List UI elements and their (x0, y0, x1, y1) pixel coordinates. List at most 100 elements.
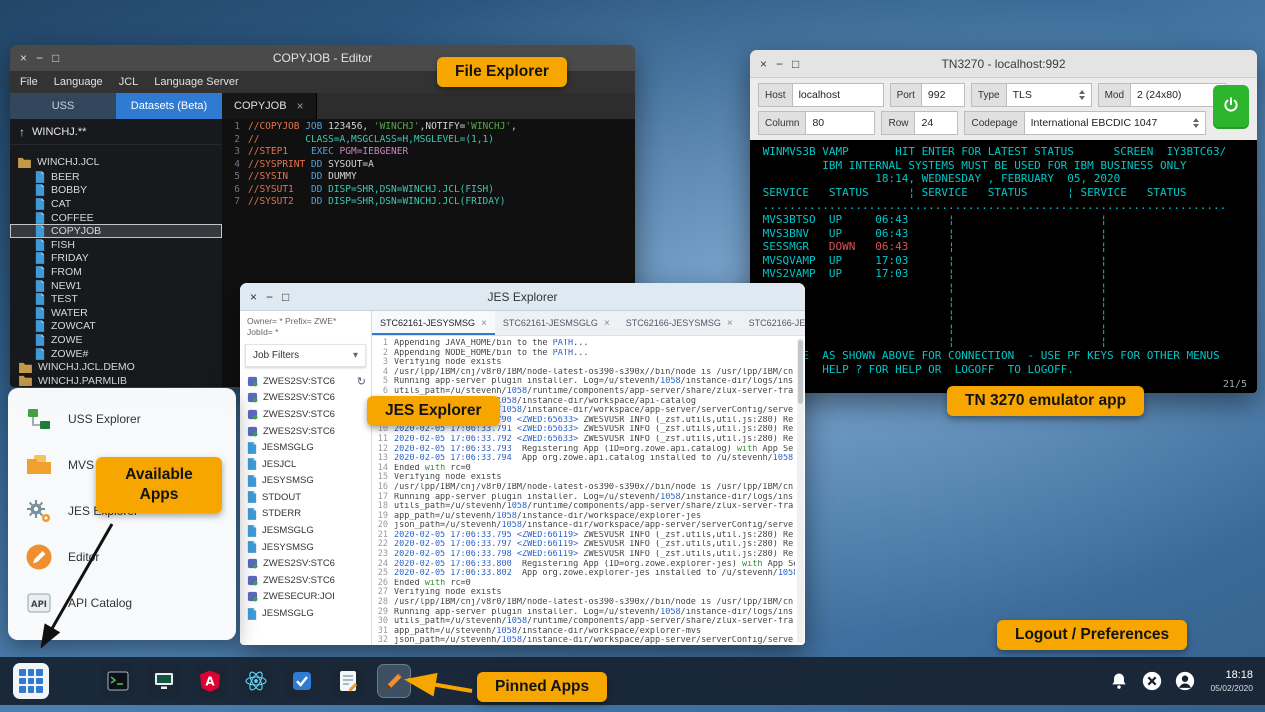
tab-stc62166-jesysmsg[interactable]: STC62166-JESYSMSG× (618, 311, 741, 335)
tree-folder-winchj-jcl-demo[interactable]: WINCHJ.JCL.DEMO (10, 360, 222, 374)
tn3270-app-icon[interactable] (147, 664, 181, 698)
mod-label: Mod (1098, 83, 1130, 107)
refresh-icon[interactable]: ↻ (357, 375, 366, 388)
launcher-item-editor[interactable]: Editor (8, 534, 236, 580)
launcher-item-api-catalog[interactable]: APIAPI Catalog (8, 580, 236, 626)
menu-language-server[interactable]: Language Server (154, 76, 238, 88)
tree-item-test[interactable]: TEST (10, 292, 222, 306)
tree-item-from[interactable]: FROM (10, 265, 222, 279)
job-item-zwes2sv-stc6[interactable]: ZWES2SV:STC6 (240, 406, 371, 423)
tab-stc62161-jesmsglg[interactable]: STC62161-JESMSGLG× (495, 311, 618, 335)
job-item-zwesecur-joi[interactable]: ZWESECUR:JOI (240, 589, 371, 606)
job-item-zwes2sv-stc6[interactable]: ZWES2SV:STC6 (240, 555, 371, 572)
jes-titlebar[interactable]: × − □ JES Explorer (240, 283, 805, 311)
file-tab-copyjob[interactable]: COPYJOB × (222, 93, 317, 119)
tree-item-new1[interactable]: NEW1 (10, 279, 222, 293)
minimize-icon[interactable]: − (776, 58, 783, 70)
launcher-item-uss-explorer[interactable]: USS Explorer (8, 396, 236, 442)
tree-item-beer[interactable]: BEER (10, 170, 222, 184)
tree-item-copyjob[interactable]: COPYJOB (10, 224, 222, 238)
spool-file-stderr[interactable]: STDERR (240, 506, 371, 523)
dataset-filter[interactable]: ↑ WINCHJ.** (10, 119, 222, 145)
file-icon (247, 442, 257, 454)
user-preferences-icon[interactable] (1173, 669, 1197, 693)
menu-language[interactable]: Language (54, 76, 103, 88)
tree-item-zowe[interactable]: ZOWE (10, 333, 222, 347)
tree-item-label: FROM (51, 266, 82, 278)
tree-item-label: COPYJOB (51, 225, 101, 237)
spool-file-jesjcl[interactable]: JESJCL (240, 456, 371, 473)
job-filters-dropdown[interactable]: Job Filters ▾ (245, 344, 366, 367)
tree-folder-winchj-parmlib[interactable]: WINCHJ.PARMLIB (10, 374, 222, 387)
angular-app-icon[interactable]: A (193, 664, 227, 698)
tree-item-bobby[interactable]: BOBBY (10, 184, 222, 198)
tree-item-water[interactable]: WATER (10, 306, 222, 320)
minimize-icon[interactable]: − (36, 52, 43, 64)
code-line: 5//SYSIN DD DUMMY (222, 171, 635, 184)
row-input[interactable] (914, 111, 958, 135)
scrollbar-thumb[interactable] (798, 340, 803, 404)
column-input[interactable] (805, 111, 875, 135)
tree-item-zowcat[interactable]: ZOWCAT (10, 320, 222, 334)
api-catalog-icon: API (24, 588, 54, 618)
job-item-zwes2sv-stc6[interactable]: ZWES2SV:STC6 (240, 423, 371, 440)
port-label: Port (890, 83, 921, 107)
menu-file[interactable]: File (20, 76, 38, 88)
spool-file-jesysmsg[interactable]: JESYSMSG (240, 473, 371, 490)
spool-file-jesmsglg[interactable]: JESMSGLG (240, 522, 371, 539)
job-item-zwes2sv-stc6[interactable]: ZWES2SV:STC6↻ (240, 373, 371, 390)
editor-icon (24, 542, 54, 572)
logout-icon[interactable] (1140, 669, 1164, 693)
close-tab-icon[interactable]: × (481, 318, 487, 329)
annotation-tn3270: TN 3270 emulator app (947, 386, 1144, 416)
maximize-icon[interactable]: □ (282, 291, 289, 303)
editor-pencil-icon[interactable] (377, 664, 411, 698)
maximize-icon[interactable]: □ (52, 52, 59, 64)
tab-stc62166-jesm[interactable]: STC62166-JESM (741, 311, 805, 335)
tab-stc62161-jesysmsg[interactable]: STC62161-JESYSMSG× (372, 311, 495, 335)
start-menu-button[interactable] (13, 663, 49, 699)
menu-jcl[interactable]: JCL (119, 76, 139, 88)
tree-item-friday[interactable]: FRIDAY (10, 252, 222, 266)
tab-uss[interactable]: USS (10, 93, 116, 119)
spool-content-viewer[interactable]: 1Appending JAVA_HOME/bin to the PATH...2… (372, 336, 805, 645)
close-tab-icon[interactable]: × (604, 318, 610, 329)
host-input[interactable] (792, 83, 884, 107)
notes-app-icon[interactable] (331, 664, 365, 698)
spool-file-jesmsglg[interactable]: JESMSGLG (240, 605, 371, 622)
port-input[interactable] (921, 83, 965, 107)
app-launcher-panel: USS ExplorerMVS ExplorerJES ExplorerEdit… (8, 388, 236, 640)
tn3270-titlebar[interactable]: × − □ TN3270 - localhost:992 (750, 50, 1257, 78)
close-icon[interactable]: × (760, 58, 767, 70)
maximize-icon[interactable]: □ (792, 58, 799, 70)
connect-power-button[interactable] (1213, 85, 1249, 129)
tree-item-fish[interactable]: FISH (10, 238, 222, 252)
close-icon[interactable]: × (250, 291, 257, 303)
codepage-select[interactable]: International EBCDIC 1047 (1024, 111, 1206, 135)
tree-item-coffee[interactable]: COFFEE (10, 211, 222, 225)
close-icon[interactable]: × (20, 52, 27, 64)
tab-datasets-beta[interactable]: Datasets (Beta) (116, 93, 222, 119)
tree-item-cat[interactable]: CAT (10, 197, 222, 211)
react-app-icon[interactable] (239, 664, 273, 698)
spool-file-stdout[interactable]: STDOUT (240, 489, 371, 506)
close-tab-icon[interactable]: × (727, 318, 733, 329)
job-item-zwes2sv-stc6[interactable]: ZWES2SV:STC6 (240, 390, 371, 407)
minimize-icon[interactable]: − (266, 291, 273, 303)
notifications-icon[interactable] (1107, 669, 1131, 693)
terminal-app-icon[interactable] (101, 664, 135, 698)
tree-item-label: TEST (51, 293, 78, 305)
log-line: 1Appending JAVA_HOME/bin to the PATH... (374, 339, 795, 349)
mod-select[interactable]: 2 (24x80) (1130, 83, 1226, 107)
tree-folder-winchj-jcl[interactable]: WINCHJ.JCL (10, 153, 222, 170)
spool-file-jesmsglg[interactable]: JESMSGLG (240, 439, 371, 456)
up-arrow-icon: ↑ (19, 125, 25, 139)
tree-item-zowe[interactable]: ZOWE# (10, 347, 222, 361)
tn3270-terminal[interactable]: WINMVS3B VAMP HIT ENTER FOR LATEST STATU… (750, 140, 1257, 393)
spool-file-jesysmsg[interactable]: JESYSMSG (240, 539, 371, 556)
scrollbar[interactable] (797, 338, 804, 643)
tasks-app-icon[interactable] (285, 664, 319, 698)
close-tab-icon[interactable]: × (297, 99, 304, 113)
job-item-zwes2sv-stc6[interactable]: ZWES2SV:STC6 (240, 572, 371, 589)
type-select[interactable]: TLS (1006, 83, 1092, 107)
